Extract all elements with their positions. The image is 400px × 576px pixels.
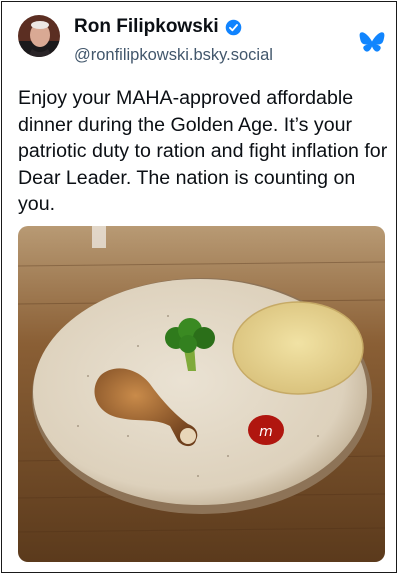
tortilla-chip <box>232 301 364 395</box>
author-handle[interactable]: @ronfilipkowski.bsky.social <box>74 46 273 65</box>
candy-letter: m <box>259 424 273 440</box>
avatar-image <box>18 15 60 57</box>
butterfly-icon[interactable] <box>359 31 385 54</box>
post-image[interactable]: m <box>18 226 385 562</box>
verified-check-icon <box>225 19 241 35</box>
post-text: Enjoy your MAHA-approved affordable dinn… <box>18 87 388 215</box>
dinner-plate-photo: m <box>18 226 385 562</box>
m-and-m-candy: m <box>248 415 284 445</box>
avatar[interactable] <box>18 15 60 57</box>
post-card[interactable]: Ron Filipkowski @ronfilipkowski.bsky.soc… <box>1 1 397 573</box>
author-display-name[interactable]: Ron Filipkowski <box>74 16 219 38</box>
glass-reflection <box>92 226 106 248</box>
author-name-row[interactable]: Ron Filipkowski <box>74 16 242 38</box>
